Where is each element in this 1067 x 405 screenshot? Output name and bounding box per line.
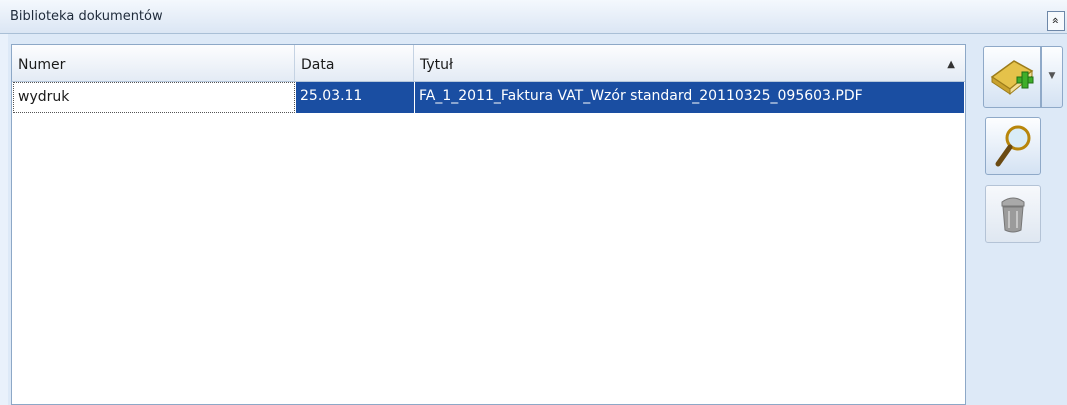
- cell-numer[interactable]: wydruk: [13, 82, 295, 113]
- collapse-button[interactable]: »: [1047, 11, 1065, 31]
- table-header: Numer Data Tytuł ▲: [12, 45, 965, 82]
- column-header-label: Numer: [18, 57, 66, 73]
- panel-header: Biblioteka dokumentów »: [0, 0, 1067, 34]
- collapse-icon: »: [1048, 16, 1063, 25]
- table-row[interactable]: wydruk 25.03.11 FA_1_2011_Faktura VAT_Wz…: [12, 82, 965, 113]
- column-header-label: Data: [301, 57, 335, 73]
- column-header-numer[interactable]: Numer: [12, 45, 295, 81]
- column-header-data[interactable]: Data: [295, 45, 414, 81]
- column-header-tytul[interactable]: Tytuł ▲: [414, 45, 965, 81]
- chevron-down-icon: ▼: [1048, 71, 1056, 81]
- delete-button[interactable]: [985, 185, 1041, 243]
- cell-tytul[interactable]: FA_1_2011_Faktura VAT_Wzór standard_2011…: [415, 82, 964, 113]
- documents-table[interactable]: Numer Data Tytuł ▲ wydruk 25.03.11 FA_1_…: [11, 44, 966, 405]
- column-header-label: Tytuł: [420, 57, 453, 73]
- panel-title: Biblioteka dokumentów: [10, 9, 163, 24]
- preview-button[interactable]: [985, 117, 1041, 175]
- add-document-dropdown[interactable]: ▼: [1041, 46, 1063, 108]
- add-document-button[interactable]: [983, 46, 1041, 108]
- sort-ascending-icon[interactable]: ▲: [947, 59, 955, 70]
- trash-bin-icon: [1001, 197, 1025, 233]
- cell-data[interactable]: 25.03.11: [296, 82, 414, 113]
- book-add-icon: [990, 60, 1034, 96]
- magnifier-icon: [995, 125, 1031, 167]
